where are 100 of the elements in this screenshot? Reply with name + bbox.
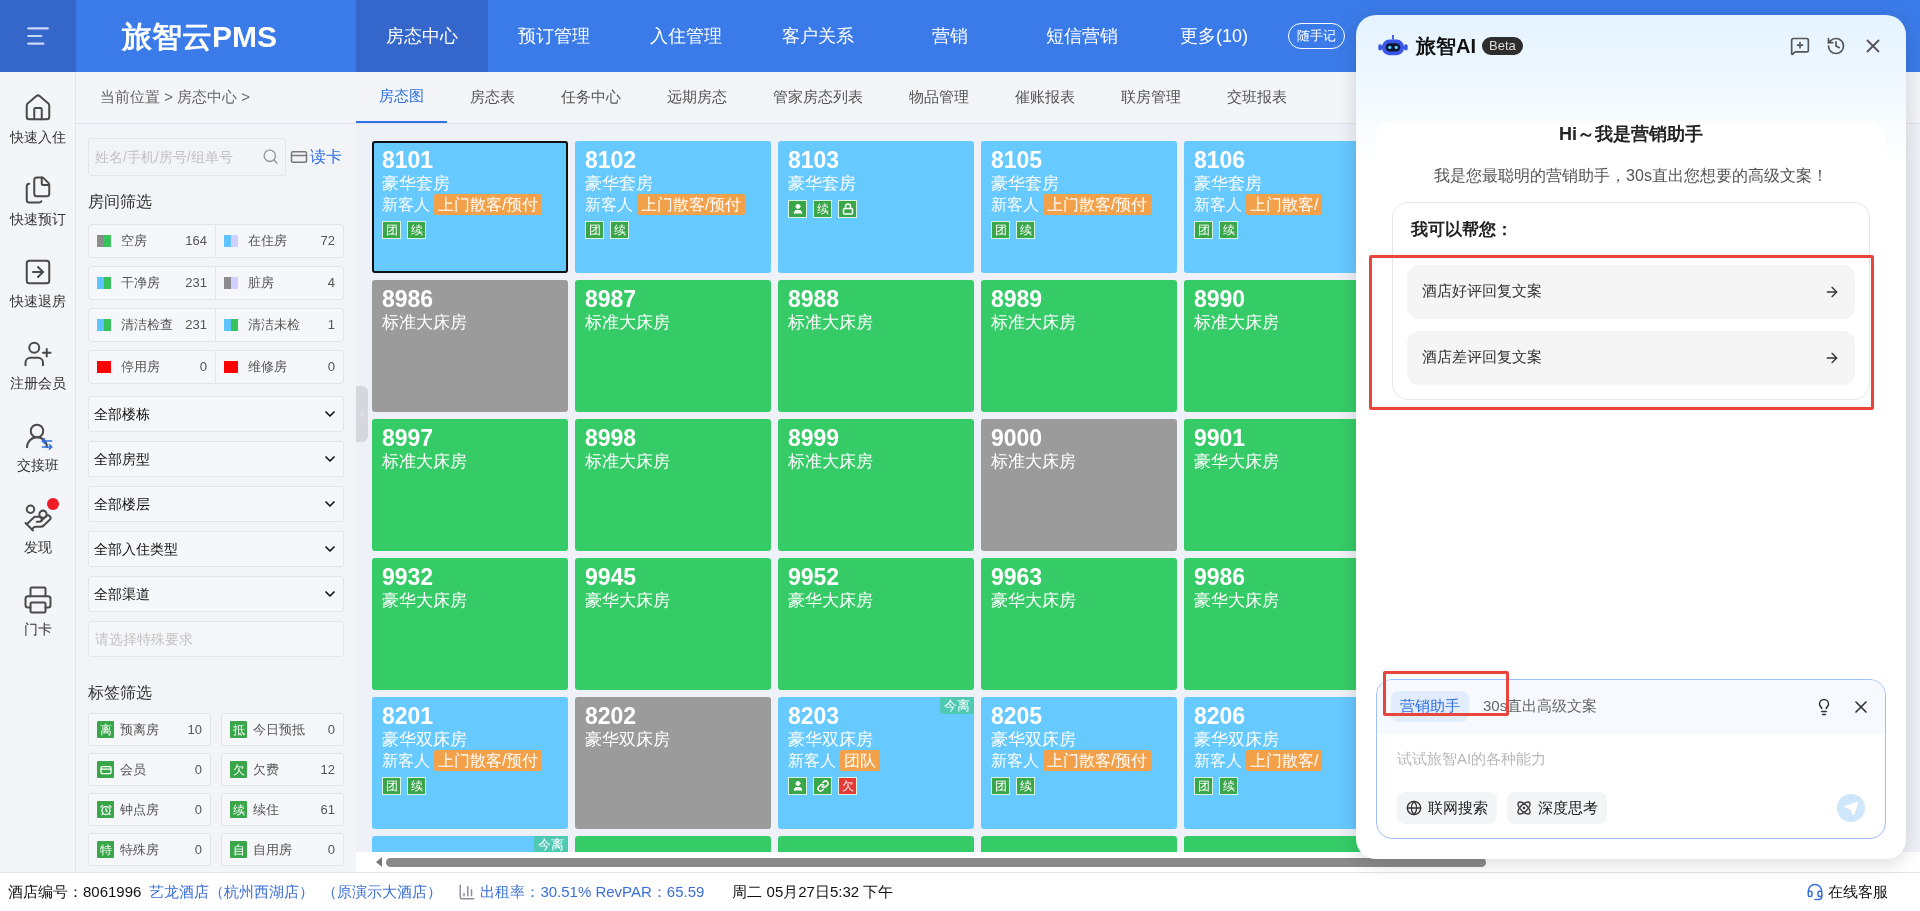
section-title: 标签筛选 xyxy=(88,683,153,703)
room-tag: 续 xyxy=(407,777,426,795)
room-filter-item[interactable]: 清洁未检 1 xyxy=(216,308,344,342)
history-icon[interactable] xyxy=(1826,36,1846,56)
room-filter-item[interactable]: 停用房 0 xyxy=(88,350,216,384)
sub-tab[interactable]: 物品管理 xyxy=(886,72,992,123)
room-type: 标准大床房 xyxy=(382,312,468,333)
filter-label: 脏房 xyxy=(248,274,275,293)
nav-tab[interactable]: 更多(10) xyxy=(1148,0,1280,72)
room-type: 豪华大床房 xyxy=(585,590,671,611)
tag-filter-item[interactable]: 特 特殊房 0 xyxy=(88,833,211,866)
guest-name: 新客人 xyxy=(382,195,430,215)
hotel-name-link[interactable]: 艺龙酒店（杭州西湖店） xyxy=(149,880,315,904)
sub-tab[interactable]: 管家房态列表 xyxy=(750,72,886,123)
room-type: 豪华双床房 xyxy=(1194,729,1280,750)
tag-filter-item[interactable]: 欠 欠费 12 xyxy=(221,753,344,786)
filter-label: 干净房 xyxy=(121,274,161,293)
filter-label: 续住 xyxy=(253,800,280,819)
sub-tab[interactable]: 房态表 xyxy=(447,72,538,123)
nav-tab[interactable]: 客户关系 xyxy=(752,0,884,72)
room-number: 8201 xyxy=(382,703,434,729)
sub-tab[interactable]: 任务中心 xyxy=(538,72,644,123)
room-number: 8206 xyxy=(1194,703,1246,729)
nav-tab[interactable]: 短信营销 xyxy=(1016,0,1148,72)
departing-badge: 今离 xyxy=(940,697,974,714)
bar-chart-icon xyxy=(458,883,477,901)
sidebar-item[interactable]: 发现 xyxy=(2,500,73,560)
dropdown-select[interactable]: 全部渠道 xyxy=(88,576,344,612)
suggestion-item[interactable]: 酒店差评回复文案 xyxy=(1407,330,1855,385)
room-tag: 续 xyxy=(407,221,426,239)
tool-button[interactable]: 深度思考 xyxy=(1507,792,1607,824)
room-filter-item[interactable]: 干净房 231 xyxy=(88,266,216,300)
former-name: （原演示大酒店） xyxy=(322,881,443,902)
send-icon xyxy=(1843,800,1859,816)
nav-tab[interactable]: 入住管理 xyxy=(620,0,752,72)
sidebar-item[interactable]: 注册会员 xyxy=(2,336,73,396)
room-tile[interactable]: 8203 今离 豪华双床房 新客人 团队 欠 xyxy=(778,697,974,829)
source-badge: 上门散客/预付 xyxy=(637,194,746,215)
section-title: 房间筛选 xyxy=(88,192,153,212)
tag-filter-item[interactable]: 离 预离房 10 xyxy=(88,713,211,746)
nav-tab[interactable]: 营销 xyxy=(884,0,1016,72)
suggestion-item[interactable]: 酒店好评回复文案 xyxy=(1407,264,1855,319)
dropdown-select[interactable]: 全部楼栋 xyxy=(88,396,344,432)
room-filter-item[interactable]: 维修房 0 xyxy=(216,350,344,384)
filter-count: 0 xyxy=(199,358,207,377)
sidebar-item[interactable]: 快速退房 xyxy=(2,254,73,314)
filter-count: 0 xyxy=(194,760,202,779)
room-number: 9932 xyxy=(382,564,434,590)
room-filter-item[interactable]: 清洁检查 231 xyxy=(88,308,216,342)
tag-filter-item[interactable]: 抵 今日预抵 0 xyxy=(221,713,344,746)
room-type: 标准大床房 xyxy=(382,451,468,472)
new-chat-icon[interactable] xyxy=(1790,36,1810,56)
horizontal-scrollbar[interactable] xyxy=(386,857,1486,867)
room-number: 9952 xyxy=(788,564,840,590)
room-number: 8990 xyxy=(1194,286,1246,312)
room-filter-item[interactable]: 在住房 72 xyxy=(216,224,344,258)
room-number: 9945 xyxy=(585,564,637,590)
filter-count: 72 xyxy=(320,232,335,251)
tag-filter-item[interactable]: 自 自用房 0 xyxy=(221,833,344,866)
filter-label: 今日预抵 xyxy=(253,720,306,739)
sidebar-item[interactable]: 快速入住 xyxy=(2,90,73,150)
room-number: 9000 xyxy=(991,425,1043,451)
filter-count: 0 xyxy=(327,840,335,859)
tag-glyph: 续 xyxy=(230,801,247,818)
filter-count: 164 xyxy=(185,232,207,251)
room-type: 豪华大床房 xyxy=(1194,590,1280,611)
menu-toggle-button[interactable] xyxy=(0,0,76,72)
source-badge: 团队 xyxy=(840,750,880,771)
guest-name: 新客人 xyxy=(1194,195,1242,215)
dropdown-select[interactable]: 全部房型 xyxy=(88,441,344,477)
sidebar-item[interactable]: 快速预订 xyxy=(2,172,73,232)
sidebar-item[interactable]: 交接班 xyxy=(2,418,73,478)
dropdown-select[interactable]: 全部入住类型 xyxy=(88,531,344,567)
chat-input[interactable]: 试试旅智AI的各种能力 xyxy=(1397,747,1865,770)
sub-tab[interactable]: 联房管理 xyxy=(1098,72,1204,123)
nav-tab[interactable]: 预订管理 xyxy=(488,0,620,72)
room-type: 标准大床房 xyxy=(585,451,671,472)
tag-filter-item[interactable]: 钟点房 0 xyxy=(88,793,211,826)
room-filter-item[interactable]: 脏房 4 xyxy=(216,266,344,300)
filter-label: 在住房 xyxy=(248,232,288,251)
dropdown-select[interactable]: 全部楼层 xyxy=(88,486,344,522)
read-card-button[interactable]: 读卡 xyxy=(290,145,342,169)
tag-filter-item[interactable]: 会员 0 xyxy=(88,753,211,786)
sidebar-item[interactable]: 门卡 xyxy=(2,582,73,642)
collapse-handle[interactable] xyxy=(356,386,368,442)
search-icon xyxy=(262,148,279,165)
sub-tab[interactable]: 催账报表 xyxy=(992,72,1098,123)
app-logo: 旅智云PMS xyxy=(122,18,277,55)
filter-count: 0 xyxy=(327,720,335,739)
nav-tab[interactable]: 房态中心 xyxy=(356,0,488,72)
greeting: Hi～我是营销助手 xyxy=(1559,123,1703,146)
tool-button[interactable]: 联网搜索 xyxy=(1397,792,1497,824)
filter-label: 清洁未检 xyxy=(248,316,301,335)
room-type: 标准大床房 xyxy=(788,451,874,472)
sub-tab[interactable]: 交班报表 xyxy=(1204,72,1310,123)
online-support-button[interactable]: 在线客服 xyxy=(1806,880,1888,904)
room-number: 8102 xyxy=(585,147,637,173)
room-filter-item[interactable]: 空房 164 xyxy=(88,224,216,258)
sub-tab[interactable]: 远期房态 xyxy=(644,72,750,123)
tag-filter-item[interactable]: 续 续住 61 xyxy=(221,793,344,826)
